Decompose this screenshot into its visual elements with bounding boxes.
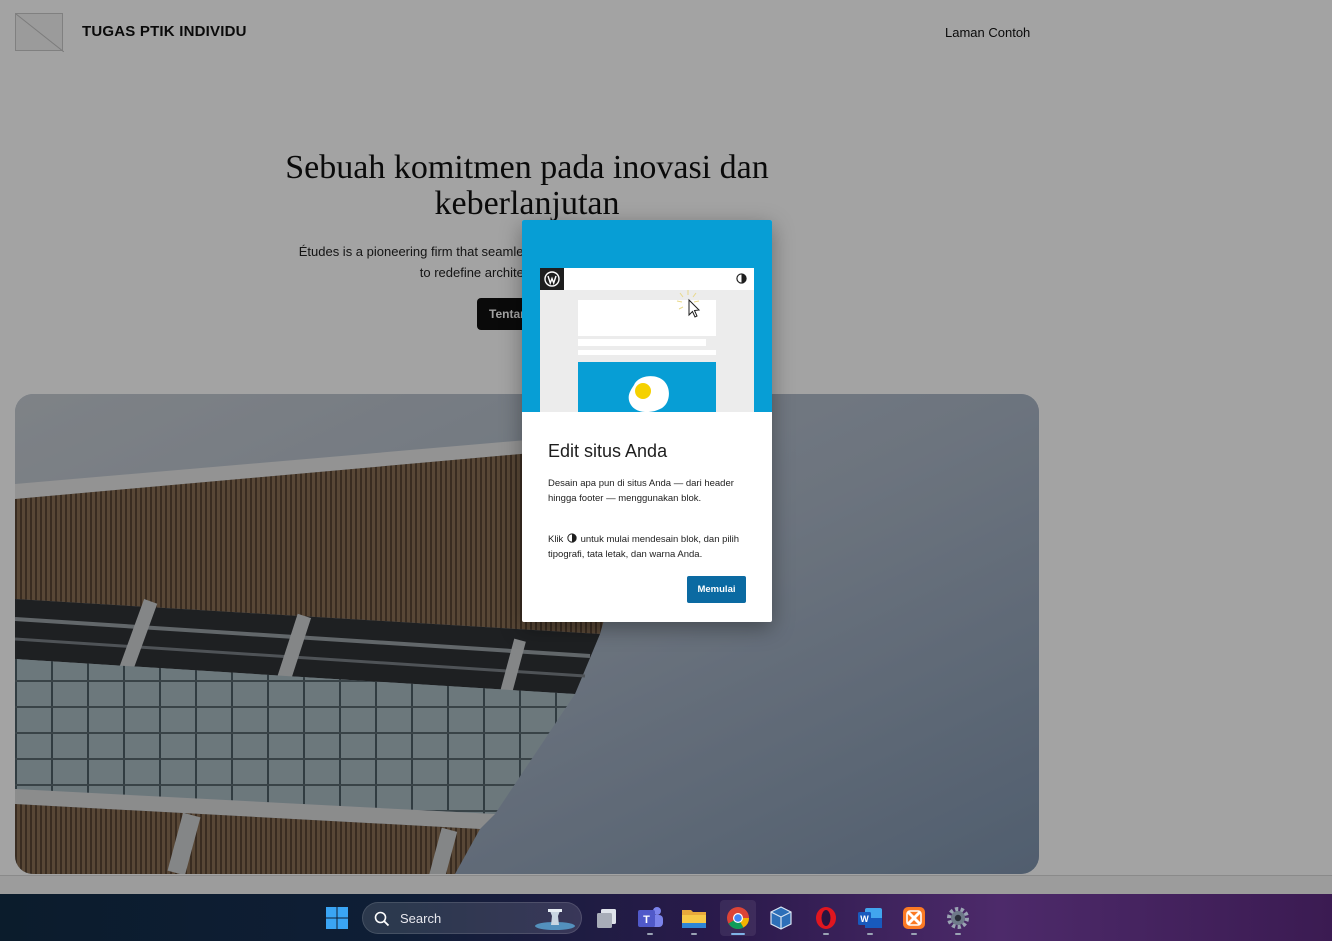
- taskbar-task-view[interactable]: [589, 900, 625, 936]
- modal-description: Desain apa pun di situs Anda — dari head…: [548, 478, 734, 504]
- styles-contrast-icon: [567, 533, 577, 543]
- editor-mockup-toolbar: [540, 268, 754, 290]
- mockup-line: [578, 350, 716, 355]
- opera-icon: [816, 907, 836, 929]
- search-highlight-icon: [535, 909, 575, 930]
- cursor-click-icon: [676, 290, 701, 318]
- search-icon: [374, 911, 390, 927]
- taskbar-xampp[interactable]: [896, 900, 932, 936]
- teams-icon: T: [638, 907, 663, 927]
- taskbar-virtualbox[interactable]: [763, 900, 799, 936]
- running-indicator: [867, 933, 873, 935]
- running-indicator: [955, 933, 961, 935]
- virtualbox-icon: [770, 906, 792, 930]
- taskbar-file-explorer[interactable]: [676, 900, 712, 936]
- start-button[interactable]: [319, 900, 355, 936]
- running-indicator: [823, 933, 829, 935]
- running-indicator: [731, 933, 745, 935]
- running-indicator: [691, 933, 697, 935]
- wordpress-logo-icon: [540, 268, 564, 290]
- settings-gear-icon: [947, 907, 969, 929]
- svg-text:T: T: [643, 914, 650, 926]
- chrome-icon: [727, 907, 749, 929]
- task-view-icon: [597, 909, 616, 928]
- modal-illustration: [522, 220, 772, 412]
- word-icon: W: [858, 908, 882, 928]
- taskbar-settings[interactable]: [940, 900, 976, 936]
- welcome-guide-modal: Edit situs Anda Desain apa pun di situs …: [522, 220, 772, 622]
- running-indicator: [911, 933, 917, 935]
- svg-text:W: W: [860, 914, 869, 924]
- modal-title: Edit situs Anda: [548, 441, 668, 461]
- search-placeholder: Search: [400, 911, 442, 926]
- get-started-button[interactable]: Memulai: [687, 576, 746, 603]
- windows-start-icon: [326, 907, 348, 929]
- taskbar-search-box[interactable]: Search: [362, 902, 582, 934]
- taskbar-teams[interactable]: T: [632, 900, 668, 936]
- styles-contrast-icon: [736, 273, 747, 284]
- modal-instruction: Klik untuk mulai mendesain blok, dan pil…: [548, 533, 753, 562]
- egg-icon: [628, 376, 669, 412]
- running-indicator: [647, 933, 653, 935]
- xampp-icon: [903, 907, 925, 929]
- taskbar-chrome[interactable]: [720, 900, 756, 936]
- file-explorer-icon: [682, 910, 706, 928]
- browser-bottom-strip: [0, 875, 1332, 894]
- editor-mockup: [540, 268, 754, 412]
- mockup-line: [578, 339, 706, 346]
- taskbar-opera[interactable]: [808, 900, 844, 936]
- taskbar-word[interactable]: W: [852, 900, 888, 936]
- modal-instruction-start: Klik: [548, 534, 564, 545]
- mockup-blue-block: [578, 362, 716, 412]
